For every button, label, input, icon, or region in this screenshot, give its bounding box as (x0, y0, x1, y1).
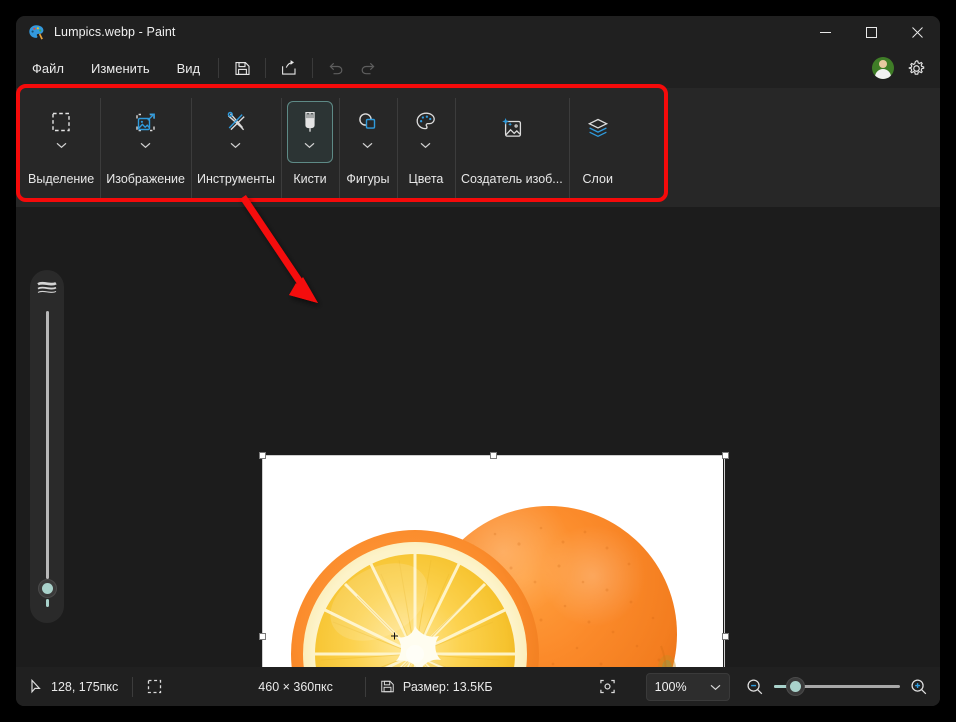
menu-divider-3 (312, 58, 314, 78)
layers-icon (584, 114, 612, 142)
undo-icon[interactable] (320, 54, 352, 82)
maximize-button[interactable] (848, 16, 894, 48)
account-avatar[interactable] (872, 57, 894, 79)
selection-handle-ne[interactable] (721, 451, 729, 459)
tool-label-image-creator: Создатель изоб... (460, 172, 563, 186)
tool-button-colors[interactable] (403, 101, 449, 163)
image-size-text: 460 × 360пкс (258, 679, 333, 694)
cursor-position-group: 128, 175пкс (16, 679, 132, 694)
shapes-icon (354, 108, 382, 136)
chevron-down-icon (229, 140, 243, 150)
tool-group-selection: Выделение (22, 92, 100, 207)
tool-group-shapes: Фигуры (338, 92, 397, 207)
selection-handle-e[interactable] (721, 633, 729, 640)
tool-button-image-creator[interactable] (464, 101, 560, 163)
tool-label-brushes: Кисти (293, 172, 327, 186)
cursor-position-text: 128, 175пкс (51, 679, 119, 694)
window-title: Lumpics.webp - Paint (54, 25, 176, 39)
tool-group-colors: Цвета (396, 92, 455, 207)
zoom-level-value: 100% (654, 679, 687, 694)
image-resize-icon (132, 108, 160, 136)
paint-window: Lumpics.webp - Paint Файл Изменить Вид В… (16, 16, 940, 706)
canvas-area[interactable] (16, 207, 940, 706)
save-icon[interactable] (226, 54, 258, 82)
menu-view[interactable]: Вид (166, 56, 212, 81)
zoom-out-icon[interactable] (746, 678, 764, 696)
paint-palette-icon (28, 24, 45, 41)
screenshot-root: Lumpics.webp - Paint Файл Изменить Вид В… (0, 0, 956, 722)
menu-divider-1 (218, 58, 220, 78)
window-controls (802, 16, 940, 48)
tool-label-layers: Слои (582, 172, 613, 186)
tool-group-layers: Слои (568, 92, 627, 207)
pencil-brush-icon (222, 108, 250, 136)
chevron-down-icon (419, 140, 433, 150)
selection-handle-nw[interactable] (258, 451, 266, 459)
tools-ribbon: Выделение Изображение Инструменты Кисти … (16, 88, 940, 207)
chevron-down-icon (303, 140, 317, 150)
palette-icon (412, 108, 440, 136)
chevron-down-icon (139, 140, 153, 150)
brush-size-icon (36, 280, 58, 298)
title-bar: Lumpics.webp - Paint (16, 16, 940, 48)
image-creator-icon (498, 114, 526, 142)
tool-group-tools: Инструменты (191, 92, 281, 207)
tool-label-image: Изображение (106, 172, 185, 186)
brush-size-fill (46, 599, 49, 607)
redo-icon[interactable] (352, 54, 384, 82)
tool-button-tools[interactable] (213, 101, 259, 163)
zoom-controls (746, 677, 940, 696)
brush-size-slider-panel[interactable] (30, 270, 64, 623)
gear-icon[interactable] (900, 54, 932, 82)
tool-label-colors: Цвета (408, 172, 444, 186)
selection-rect-icon (47, 108, 75, 136)
selection-size-group (133, 679, 176, 694)
file-size-group: Размер: 13.5КБ (366, 679, 507, 694)
save-disk-icon (380, 679, 395, 694)
status-bar: 128, 175пкс 460 × 360пкс Размер: 13.5КБ … (16, 667, 940, 706)
menu-edit[interactable]: Изменить (80, 56, 161, 81)
chevron-down-icon (54, 140, 68, 150)
brush-icon (296, 108, 324, 136)
tool-group-image-creator: Создатель изоб... (454, 92, 569, 207)
brush-size-track[interactable] (46, 311, 49, 579)
brush-size-thumb[interactable] (37, 579, 57, 598)
tool-group-brushes: Кисти (280, 92, 339, 207)
tool-group-image: Изображение (100, 92, 191, 207)
tool-button-shapes[interactable] (345, 101, 391, 163)
selection-handle-w[interactable] (258, 633, 266, 640)
menu-divider-2 (265, 58, 267, 78)
tool-button-brushes[interactable] (286, 101, 333, 163)
menu-bar-right (872, 48, 932, 88)
fit-to-window-button[interactable] (585, 678, 630, 695)
share-icon[interactable] (273, 54, 305, 82)
minimize-button[interactable] (802, 16, 848, 48)
tool-button-layers[interactable] (575, 101, 621, 163)
menu-bar: Файл Изменить Вид (16, 48, 940, 88)
chevron-down-icon (710, 680, 721, 694)
zoom-in-icon[interactable] (910, 678, 928, 696)
tool-label-selection: Выделение (28, 172, 95, 186)
menu-file[interactable]: Файл (21, 56, 75, 81)
zoom-slider-thumb[interactable] (785, 677, 805, 696)
zoom-level-select[interactable]: 100% (645, 672, 730, 701)
fit-to-window-icon (599, 678, 616, 695)
selection-handle-n[interactable] (490, 451, 497, 459)
tool-button-image[interactable] (123, 101, 169, 163)
file-size-text: Размер: 13.5КБ (402, 679, 493, 694)
zoom-slider[interactable] (773, 677, 900, 696)
chevron-down-icon (361, 140, 375, 150)
image-size-group: 460 × 360пкс (244, 680, 347, 694)
selection-dashed-icon (147, 679, 162, 694)
title-bar-left: Lumpics.webp - Paint (16, 24, 176, 41)
tool-button-selection[interactable] (38, 101, 84, 163)
cursor-arrow-icon (30, 679, 43, 694)
tool-label-shapes: Фигуры (346, 172, 390, 186)
close-button[interactable] (894, 16, 940, 48)
tool-label-tools: Инструменты (197, 172, 275, 186)
